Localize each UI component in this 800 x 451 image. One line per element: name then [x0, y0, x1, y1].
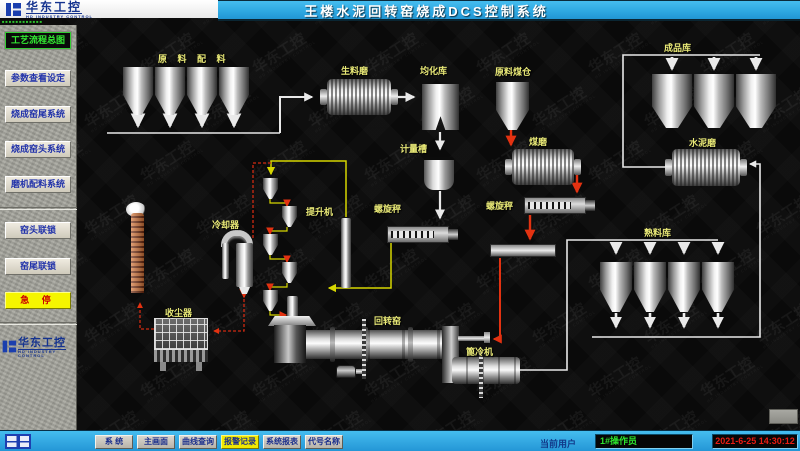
- kiln-tyre-ring-1: [330, 327, 335, 362]
- sidebar: 工艺流程总图 参数查看设定 烧成窑尾系统 烧成窑头系统 磨机配料系统 窑头联锁 …: [0, 25, 77, 430]
- dust-collector: [154, 318, 208, 350]
- current-user-value: 1#操作员: [595, 434, 693, 449]
- label-cooler: 冷却器: [212, 218, 239, 231]
- label-raw-mill: 生料磨: [341, 64, 368, 77]
- sidebar-item-process-flow-overview[interactable]: 工艺流程总图: [5, 32, 71, 49]
- company-brand: 华东工控: [26, 1, 82, 14]
- company-logo-icon: [6, 3, 21, 16]
- raw-mill: [327, 79, 391, 115]
- label-dust-collector: 收尘器: [165, 306, 192, 319]
- process-diagram: 华东工控HD INDUSTRY CONTROL华东工控HD INDUSTRY C…: [0, 0, 800, 451]
- label-raw-coal-bunker: 原料煤仓: [495, 65, 531, 78]
- label-product-silo: 成品库: [664, 41, 691, 54]
- corner-tile: [769, 409, 798, 424]
- company-logo-icon-small: [3, 340, 15, 352]
- sidebar-separator-1: [0, 207, 77, 210]
- label-measuring-tank: 计量槽: [400, 142, 427, 155]
- footer-brand-sub: HD INDUSTRY CONTROL: [18, 350, 76, 358]
- taskbar-button-alarm-record[interactable]: 报警记录: [221, 435, 259, 449]
- kiln-motor: [336, 365, 356, 378]
- dcs-screen: 华东工控HD INDUSTRY CONTROL华东工控HD INDUSTRY C…: [0, 0, 800, 451]
- dust-collector-leg-2: [196, 362, 202, 371]
- grate-cooler: [452, 357, 520, 384]
- window-icon[interactable]: [5, 434, 31, 449]
- label-clinker-silo: 熟料库: [644, 226, 671, 239]
- bucket-elevator: [341, 218, 351, 288]
- sidebar-item-kiln-tail-system[interactable]: 烧成窑尾系统: [5, 106, 71, 123]
- gas-cooler-tube: [222, 243, 229, 279]
- datetime-display: 2021-6-25 14:30:12: [712, 434, 798, 449]
- title-bar: 王楼水泥回转窑烧成DCS控制系统: [218, 0, 800, 21]
- kiln-inlet-hood: [274, 325, 306, 363]
- label-coal-mill: 煤磨: [529, 135, 547, 148]
- rotary-kiln: [300, 330, 445, 359]
- coal-mill: [512, 149, 574, 185]
- current-user-label: 当前用户: [540, 437, 576, 450]
- sidebar-separator-2: [0, 322, 77, 325]
- screw-scale-right: [524, 197, 586, 214]
- label-cement-mill: 水泥磨: [689, 136, 716, 149]
- rotary-feeder: [490, 244, 556, 257]
- gas-cooler-body: [236, 243, 253, 287]
- measuring-tank: [424, 157, 454, 190]
- taskbar-button-main-screen[interactable]: 主画面: [137, 435, 175, 449]
- sidebar-item-parameter-view-setting[interactable]: 参数查看设定: [5, 70, 71, 87]
- taskbar-button-system[interactable]: 系 统: [95, 435, 133, 449]
- kiln-tyre-ring-3: [408, 327, 413, 362]
- emergency-stop-button[interactable]: 急 停: [5, 292, 71, 309]
- taskbar-button-code-name[interactable]: 代号名称: [305, 435, 343, 449]
- sidebar-item-kiln-tail-interlock[interactable]: 窑尾联锁: [5, 258, 71, 275]
- fuel-nozzle: [484, 332, 490, 343]
- taskbar-button-curve-query[interactable]: 曲线查询: [179, 435, 217, 449]
- sidebar-item-kiln-head-interlock[interactable]: 窑头联锁: [5, 222, 71, 239]
- sidebar-item-mill-batching-system[interactable]: 磨机配料系统: [5, 176, 71, 193]
- preheater-duct: [287, 296, 298, 318]
- screw-scale-left: [387, 226, 449, 243]
- logo-tagline: ■■■■■■■■■■■■: [0, 18, 62, 25]
- label-screw-scale-right: 螺旋秤: [486, 199, 513, 212]
- taskbar: 系 统 主画面 曲线查询 报警记录 系统报表 代号名称 当前用户 1#操作员 2…: [0, 430, 800, 451]
- label-homogenizing-silo: 均化库: [420, 64, 447, 77]
- header-logo-area: 华东工控 HD INDUSTRY CONTROL: [0, 0, 218, 18]
- label-rotary-kiln: 回转窑: [374, 314, 401, 327]
- dust-collector-leg-1: [160, 362, 166, 371]
- taskbar-button-system-report[interactable]: 系统报表: [263, 435, 301, 449]
- label-grate-cooler: 篦冷机: [466, 345, 493, 358]
- chimney: [131, 213, 144, 293]
- cooler-support-column: [479, 352, 483, 398]
- page-title: 王楼水泥回转窑烧成DCS控制系统: [304, 1, 548, 20]
- dust-collector-hopper: [154, 350, 208, 362]
- cement-mill: [672, 149, 740, 186]
- label-elevator: 提升机: [306, 205, 333, 218]
- sidebar-footer-logo: 华东工控 HD INDUSTRY CONTROL: [2, 334, 76, 358]
- label-raw-batching: 原 料 配 料: [158, 52, 230, 65]
- kiln-support-column: [362, 319, 366, 379]
- kiln-motor-shaft: [356, 369, 362, 374]
- label-screw-scale-left: 螺旋秤: [374, 202, 401, 215]
- sidebar-item-kiln-head-system[interactable]: 烧成窑头系统: [5, 141, 71, 158]
